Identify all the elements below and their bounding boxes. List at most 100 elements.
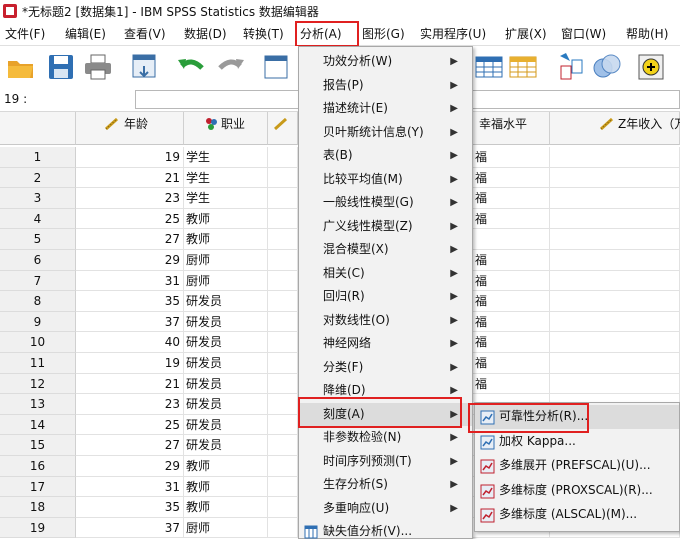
cell-hidden[interactable] <box>268 250 298 271</box>
cell-hidden[interactable] <box>268 394 298 415</box>
row-number[interactable]: 16 <box>0 456 76 477</box>
row-number[interactable]: 5 <box>0 229 76 250</box>
cell-hidden[interactable] <box>268 208 298 230</box>
cell-happiness[interactable]: 福 <box>473 250 550 271</box>
menu-transform[interactable]: 转换(T) <box>243 22 284 46</box>
cell-job[interactable]: 教师 <box>184 497 268 518</box>
cell-hidden[interactable] <box>268 476 298 498</box>
scale-submenu-item[interactable]: 多维标度 (ALSCAL)(M)... <box>475 503 679 527</box>
row-number[interactable]: 1 <box>0 147 76 168</box>
menu-help[interactable]: 帮助(H) <box>626 22 668 46</box>
cell-happiness[interactable]: 福 <box>473 167 550 189</box>
cell-hidden[interactable] <box>268 291 298 312</box>
cell-age[interactable]: 40 <box>76 332 184 353</box>
row-number[interactable]: 3 <box>0 188 76 209</box>
cell-happiness[interactable]: 福 <box>473 208 550 230</box>
cell-job[interactable]: 研发员 <box>184 435 268 456</box>
cell-age[interactable]: 21 <box>76 167 184 189</box>
cell-age[interactable]: 31 <box>76 476 184 498</box>
cell-happiness[interactable]: 福 <box>473 353 550 374</box>
cell-job[interactable]: 教师 <box>184 476 268 498</box>
column-header-job[interactable]: 职业 <box>184 112 268 145</box>
cell-z-income[interactable] <box>550 270 680 292</box>
row-number[interactable]: 9 <box>0 311 76 333</box>
cell-z-income[interactable] <box>550 188 680 209</box>
cell-z-income[interactable] <box>550 147 680 168</box>
row-number[interactable]: 2 <box>0 167 76 189</box>
cell-hidden[interactable] <box>268 456 298 477</box>
scale-submenu-item[interactable]: 多维展开 (PREFSCAL)(U)... <box>475 454 679 478</box>
cell-age[interactable]: 27 <box>76 435 184 456</box>
cell-job[interactable]: 研发员 <box>184 291 268 312</box>
cell-z-income[interactable] <box>550 332 680 353</box>
cell-job[interactable]: 厨师 <box>184 270 268 292</box>
analyze-menu-item[interactable]: 比较平均值(M) ▶ <box>299 168 472 192</box>
recall-dialog-icon[interactable] <box>130 52 160 82</box>
row-number[interactable]: 8 <box>0 291 76 312</box>
menu-utilities[interactable]: 实用程序(U) <box>420 22 486 46</box>
open-folder-icon[interactable] <box>6 52 36 82</box>
analyze-menu-item[interactable]: 刻度(A) ▶ <box>299 402 472 426</box>
row-number[interactable]: 17 <box>0 476 76 498</box>
analyze-menu-item[interactable]: 神经网络 ▶ <box>299 332 472 356</box>
show-all-variables-icon[interactable] <box>636 52 666 82</box>
analyze-menu-item[interactable]: 回归(R) ▶ <box>299 285 472 309</box>
cell-job[interactable]: 学生 <box>184 167 268 189</box>
cell-age[interactable]: 25 <box>76 208 184 230</box>
cell-happiness[interactable]: 福 <box>473 332 550 353</box>
redo-icon[interactable] <box>216 52 246 82</box>
cell-z-income[interactable] <box>550 373 680 395</box>
analyze-menu-item[interactable]: 广义线性模型(Z) ▶ <box>299 215 472 239</box>
cell-age[interactable]: 19 <box>76 353 184 374</box>
cell-age[interactable]: 23 <box>76 394 184 415</box>
cell-hidden[interactable] <box>268 147 298 168</box>
cell-job[interactable]: 学生 <box>184 188 268 209</box>
analyze-menu-item[interactable]: 多重响应(U) ▶ <box>299 497 472 521</box>
row-number[interactable]: 4 <box>0 208 76 230</box>
column-header-z-income[interactable]: Z年收入（万 <box>550 112 680 145</box>
analyze-menu-item[interactable]: 缺失值分析(V)... <box>299 520 472 539</box>
menu-data[interactable]: 数据(D) <box>184 22 227 46</box>
analyze-menu-item[interactable]: 表(B) ▶ <box>299 144 472 168</box>
cell-z-income[interactable] <box>550 250 680 271</box>
cell-age[interactable]: 37 <box>76 311 184 333</box>
row-number[interactable]: 12 <box>0 373 76 395</box>
cell-age[interactable]: 21 <box>76 373 184 395</box>
cell-age[interactable]: 37 <box>76 517 184 539</box>
cell-hidden[interactable] <box>268 188 298 209</box>
value-labels-icon[interactable] <box>556 52 586 82</box>
row-number[interactable]: 13 <box>0 394 76 415</box>
analyze-menu-item[interactable]: 相关(C) ▶ <box>299 262 472 286</box>
cell-hidden[interactable] <box>268 497 298 518</box>
cell-hidden[interactable] <box>268 373 298 395</box>
use-variable-sets-icon[interactable] <box>592 52 622 82</box>
cell-happiness[interactable]: 福 <box>473 188 550 209</box>
cell-age[interactable]: 35 <box>76 291 184 312</box>
row-number[interactable]: 14 <box>0 414 76 436</box>
row-number[interactable]: 19 <box>0 517 76 539</box>
cell-hidden[interactable] <box>268 414 298 436</box>
split-file-icon[interactable] <box>474 52 504 82</box>
cell-age[interactable]: 19 <box>76 147 184 168</box>
cell-age[interactable]: 23 <box>76 188 184 209</box>
cell-job[interactable]: 研发员 <box>184 373 268 395</box>
row-number[interactable]: 10 <box>0 332 76 353</box>
menu-window[interactable]: 窗口(W) <box>561 22 606 46</box>
cell-hidden[interactable] <box>268 435 298 456</box>
cell-age[interactable]: 35 <box>76 497 184 518</box>
analyze-menu-item[interactable]: 报告(P) ▶ <box>299 74 472 98</box>
scale-submenu-item[interactable]: 加权 Kappa... <box>475 430 679 454</box>
cell-job[interactable]: 厨师 <box>184 250 268 271</box>
cell-hidden[interactable] <box>268 332 298 353</box>
cell-z-income[interactable] <box>550 291 680 312</box>
analyze-menu-item[interactable]: 分类(F) ▶ <box>299 356 472 380</box>
cell-z-income[interactable] <box>550 208 680 230</box>
cell-job[interactable]: 研发员 <box>184 414 268 436</box>
cell-hidden[interactable] <box>268 517 298 539</box>
cell-hidden[interactable] <box>268 270 298 292</box>
analyze-menu-item[interactable]: 一般线性模型(G) ▶ <box>299 191 472 215</box>
cell-age[interactable]: 27 <box>76 229 184 250</box>
cell-hidden[interactable] <box>268 353 298 374</box>
cell-age[interactable]: 25 <box>76 414 184 436</box>
cell-job[interactable]: 研发员 <box>184 332 268 353</box>
